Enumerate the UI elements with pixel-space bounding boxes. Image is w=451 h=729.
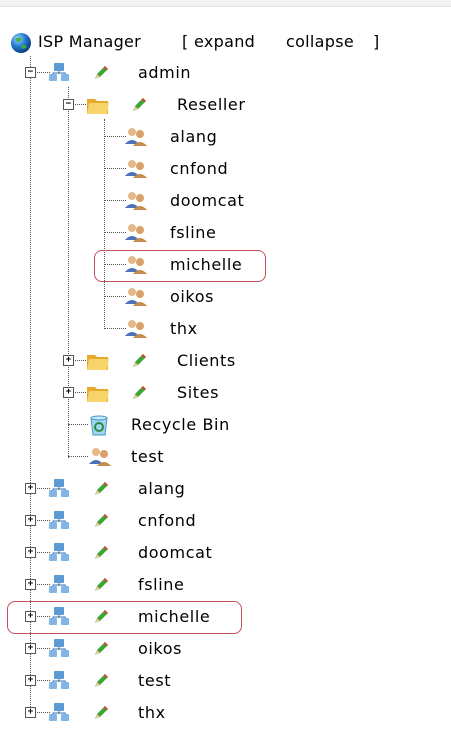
tree-item-account[interactable]: test [0,669,300,693]
tree-item-sites[interactable]: Sites [0,381,300,405]
tree-root-row: ISP Manager [ expand collapse ] [10,31,450,55]
tree-item-reseller[interactable]: Reseller [0,93,300,117]
tree-item-label: Reseller [177,95,246,114]
pencil-edit-icon[interactable] [93,545,109,561]
isp-tree: ISP Manager [ expand collapse ] admin Re… [0,0,451,729]
tree-item-reseller-user[interactable]: thx [0,317,300,341]
tree-item-account[interactable]: thx [0,701,300,725]
pencil-edit-icon[interactable] [93,705,109,721]
tree-item-admin[interactable]: admin [0,61,300,85]
tree-item-label: oikos [170,287,215,306]
network-computer-icon [48,542,69,562]
folder-icon [86,94,109,114]
collapse-toggle-admin[interactable] [25,67,36,78]
network-computer-icon [48,574,69,594]
expand-toggle[interactable] [25,515,36,526]
tree-item-account[interactable]: oikos [0,637,300,661]
collapse-toggle-reseller[interactable] [63,99,74,110]
recycle-bin-icon [88,413,108,436]
tree-item-label: doomcat [170,191,245,210]
tree-connector [104,328,126,329]
tree-item-reseller-user[interactable]: doomcat [0,189,300,213]
tree-item-test-user[interactable]: test [0,445,300,469]
pencil-edit-icon[interactable] [93,673,109,689]
tree-item-account[interactable]: fsline [0,573,300,597]
expand-toggle[interactable] [25,579,36,590]
expand-toggle[interactable] [25,547,36,558]
tree-item-label: fsline [170,223,217,242]
network-computer-icon [48,638,69,658]
tree-item-label: admin [138,63,192,82]
pencil-edit-icon[interactable] [131,97,147,113]
users-icon [124,126,147,146]
expand-toggle-clients[interactable] [63,355,74,366]
pencil-edit-icon[interactable] [93,577,109,593]
root-title: ISP Manager [38,32,142,51]
users-icon [124,190,147,210]
tree-item-label: cnfond [138,511,197,530]
users-icon [124,158,147,178]
tree-item-label: alang [170,127,218,146]
tree-item-label: thx [170,319,198,338]
highlight-michelle-reseller [94,250,266,282]
users-icon [124,318,147,338]
tree-item-recycle-bin[interactable]: Recycle Bin [0,413,300,437]
tree-item-label: Recycle Bin [131,415,230,434]
tree-connector [104,136,126,137]
network-computer-icon [48,510,69,530]
tree-item-reseller-user[interactable]: fsline [0,221,300,245]
tree-item-label: fsline [138,575,185,594]
tree-connector [104,296,126,297]
collapse-link[interactable]: collapse [286,32,354,52]
expand-toggle[interactable] [25,643,36,654]
tree-item-label: test [138,671,172,690]
tree-item-label: alang [138,479,186,498]
pencil-edit-icon[interactable] [93,65,109,81]
tree-item-clients[interactable]: Clients [0,349,300,373]
expand-toggle[interactable] [25,675,36,686]
network-computer-icon [48,478,69,498]
network-computer-icon [48,62,69,82]
expand-link[interactable]: expand [194,32,255,52]
globe-icon [10,32,31,53]
tree-item-reseller-user[interactable]: cnfond [0,157,300,181]
tree-item-label: test [131,447,165,466]
users-icon [124,222,147,242]
tree-item-reseller-user[interactable]: alang [0,125,300,149]
tree-item-account[interactable]: doomcat [0,541,300,565]
tree-connector [104,232,126,233]
network-computer-icon [48,702,69,722]
pencil-edit-icon[interactable] [93,641,109,657]
bracket-open: [ [182,32,189,51]
users-icon [88,446,111,466]
tree-item-label: Sites [177,383,220,402]
tree-item-label: Clients [177,351,236,370]
tree-item-label: thx [138,703,166,722]
highlight-michelle-top-level [7,601,242,634]
folder-icon [86,382,109,402]
users-icon [124,286,147,306]
tree-connector [104,200,126,201]
expand-toggle[interactable] [25,707,36,718]
pencil-edit-icon[interactable] [93,513,109,529]
network-computer-icon [48,670,69,690]
tree-item-account[interactable]: cnfond [0,509,300,533]
pencil-edit-icon[interactable] [131,385,147,401]
tree-item-label: oikos [138,639,183,658]
bracket-close: ] [373,32,380,51]
tree-item-account[interactable]: alang [0,477,300,501]
pencil-edit-icon[interactable] [131,353,147,369]
pencil-edit-icon[interactable] [93,481,109,497]
tree-item-label: cnfond [170,159,229,178]
expand-toggle[interactable] [25,483,36,494]
folder-icon [86,350,109,370]
expand-toggle-sites[interactable] [63,387,74,398]
tree-item-reseller-user[interactable]: oikos [0,285,300,309]
tree-connector [104,168,126,169]
tree-item-label: doomcat [138,543,213,562]
